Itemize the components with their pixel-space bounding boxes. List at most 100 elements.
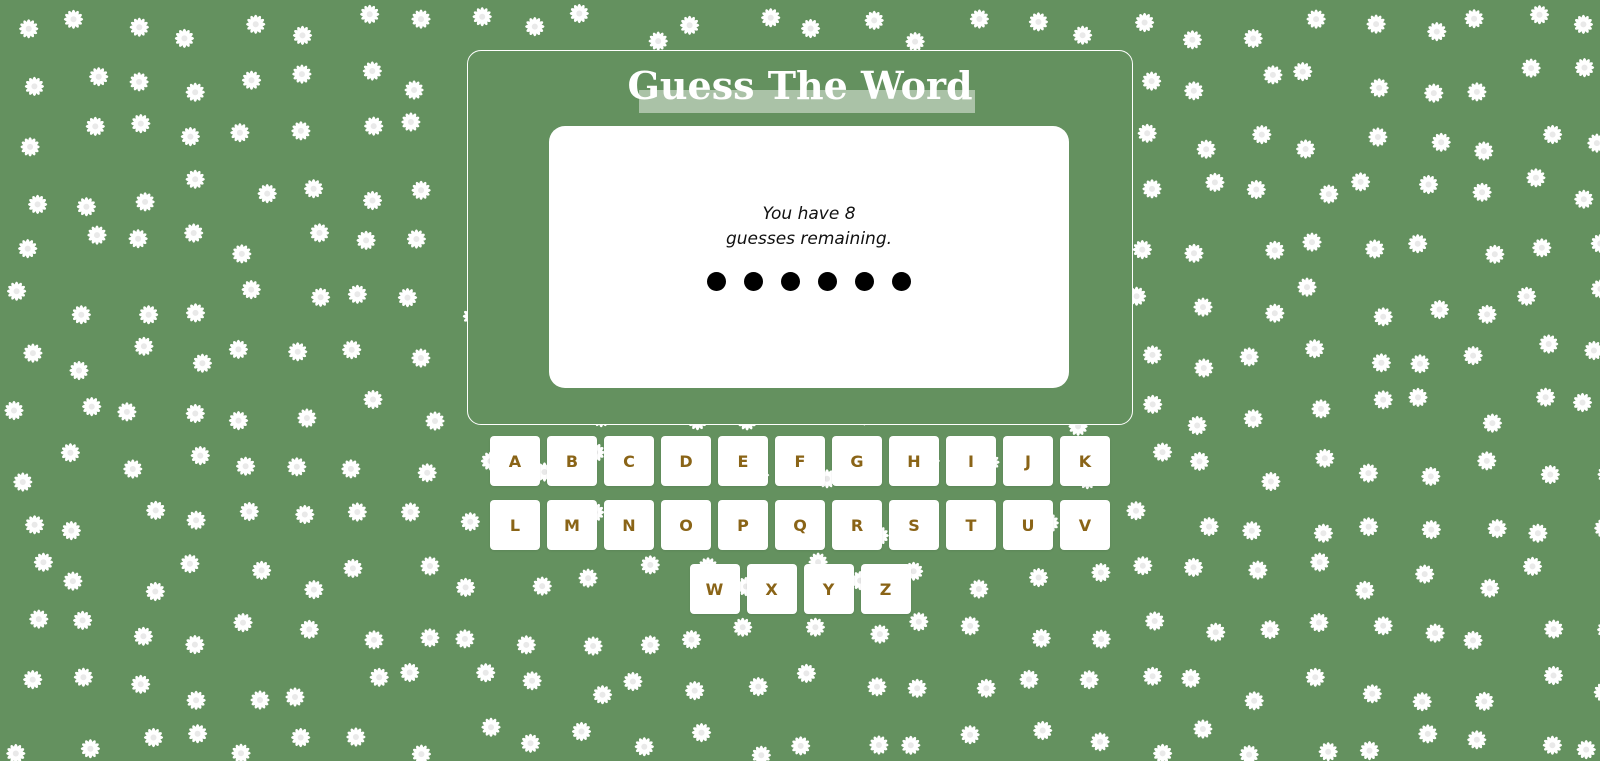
message-card: You have 8 guesses remaining.: [549, 126, 1069, 388]
daisy-flower-icon: [1297, 277, 1317, 297]
daisy-flower-icon: [969, 9, 989, 29]
letter-key-h[interactable]: H: [889, 436, 939, 486]
letter-key-b[interactable]: B: [547, 436, 597, 486]
daisy-flower-icon: [1019, 669, 1039, 689]
letter-key-l[interactable]: L: [490, 500, 540, 550]
daisy-flower-icon: [1239, 745, 1259, 761]
daisy-flower-icon: [285, 687, 305, 707]
daisy-flower-icon: [1467, 730, 1487, 750]
daisy-flower-icon: [291, 727, 311, 748]
letter-key-a[interactable]: A: [490, 436, 540, 486]
daisy-flower-icon: [342, 340, 362, 360]
letter-key-n[interactable]: N: [604, 500, 654, 550]
letter-key-o[interactable]: O: [661, 500, 711, 550]
daisy-flower-icon: [1362, 684, 1382, 704]
daisy-flower-icon: [362, 61, 382, 81]
daisy-flower-icon: [401, 112, 421, 132]
daisy-flower-icon: [1142, 179, 1162, 199]
daisy-flower-icon: [1539, 334, 1559, 354]
daisy-flower-icon: [89, 67, 109, 87]
letter-key-d[interactable]: D: [661, 436, 711, 486]
daisy-flower-icon: [23, 670, 43, 690]
letter-key-q[interactable]: Q: [775, 500, 825, 550]
daisy-flower-icon: [864, 10, 884, 30]
daisy-flower-icon: [364, 116, 384, 136]
daisy-flower-icon: [139, 305, 159, 325]
daisy-flower-icon: [129, 72, 149, 92]
letter-key-t[interactable]: T: [946, 500, 996, 550]
daisy-flower-icon: [1135, 12, 1155, 33]
hidden-letter-dot-icon: [818, 272, 837, 291]
daisy-flower-icon: [796, 663, 816, 683]
word-in-progress: [549, 272, 1069, 291]
daisy-flower-icon: [685, 681, 705, 701]
hidden-letter-dot-icon: [781, 272, 800, 291]
daisy-flower-icon: [192, 353, 212, 373]
daisy-flower-icon: [1373, 390, 1393, 410]
letter-key-g[interactable]: G: [832, 436, 882, 486]
daisy-flower-icon: [761, 8, 781, 28]
daisy-flower-icon: [1193, 297, 1213, 317]
daisy-flower-icon: [250, 690, 270, 710]
daisy-flower-icon: [1517, 286, 1537, 306]
daisy-flower-icon: [1142, 71, 1162, 91]
daisy-flower-icon: [1412, 692, 1432, 712]
daisy-flower-icon: [640, 635, 660, 655]
letter-key-v[interactable]: V: [1060, 500, 1110, 550]
daisy-flower-icon: [425, 411, 445, 431]
daisy-flower-icon: [571, 721, 592, 742]
letter-key-w[interactable]: W: [689, 564, 740, 614]
letter-key-x[interactable]: X: [746, 564, 797, 614]
letter-key-e[interactable]: E: [718, 436, 768, 486]
daisy-flower-icon: [1033, 720, 1053, 741]
daisy-flower-icon: [520, 733, 541, 753]
daisy-flower-icon: [907, 678, 927, 698]
daisy-flower-icon: [185, 303, 206, 323]
letter-key-p[interactable]: P: [718, 500, 768, 550]
daisy-flower-icon: [1031, 628, 1051, 648]
daisy-flower-icon: [174, 28, 194, 48]
daisy-flower-icon: [1293, 62, 1313, 82]
daisy-flower-icon: [241, 280, 261, 300]
letter-key-u[interactable]: U: [1003, 500, 1053, 550]
daisy-flower-icon: [309, 223, 330, 243]
daisy-flower-icon: [288, 342, 308, 362]
daisy-flower-icon: [569, 3, 589, 24]
letter-key-c[interactable]: C: [604, 436, 654, 486]
daisy-flower-icon: [63, 9, 84, 29]
daisy-flower-icon: [901, 735, 921, 755]
daisy-flower-icon: [801, 18, 821, 39]
daisy-flower-icon: [1079, 670, 1099, 690]
daisy-flower-icon: [185, 635, 205, 655]
daisy-flower-icon: [1464, 9, 1484, 29]
daisy-flower-icon: [476, 663, 496, 683]
daisy-flower-icon: [18, 239, 38, 259]
daisy-flower-icon: [1194, 358, 1214, 378]
letter-key-z[interactable]: Z: [860, 564, 911, 614]
daisy-flower-icon: [347, 284, 367, 304]
daisy-flower-icon: [1246, 179, 1266, 200]
daisy-flower-icon: [1263, 65, 1283, 85]
daisy-flower-icon: [867, 677, 887, 697]
letter-key-s[interactable]: S: [889, 500, 939, 550]
daisy-flower-icon: [369, 667, 389, 687]
letter-key-y[interactable]: Y: [803, 564, 854, 614]
daisy-flower-icon: [7, 281, 27, 301]
daisy-flower-icon: [1153, 743, 1173, 761]
letter-key-j[interactable]: J: [1003, 436, 1053, 486]
daisy-flower-icon: [1526, 168, 1546, 188]
daisy-flower-icon: [481, 717, 501, 737]
letter-key-m[interactable]: M: [547, 500, 597, 550]
daisy-flower-icon: [1187, 415, 1207, 436]
daisy-flower-icon: [691, 723, 712, 743]
daisy-flower-icon: [232, 244, 252, 264]
daisy-flower-icon: [1302, 232, 1322, 252]
daisy-flower-icon: [1573, 14, 1593, 34]
daisy-flower-icon: [1265, 240, 1285, 260]
letter-key-i[interactable]: I: [946, 436, 996, 486]
letter-key-k[interactable]: K: [1060, 436, 1110, 486]
letter-key-r[interactable]: R: [832, 500, 882, 550]
letter-key-f[interactable]: F: [775, 436, 825, 486]
daisy-flower-icon: [1574, 58, 1595, 78]
daisy-flower-icon: [1587, 133, 1600, 153]
